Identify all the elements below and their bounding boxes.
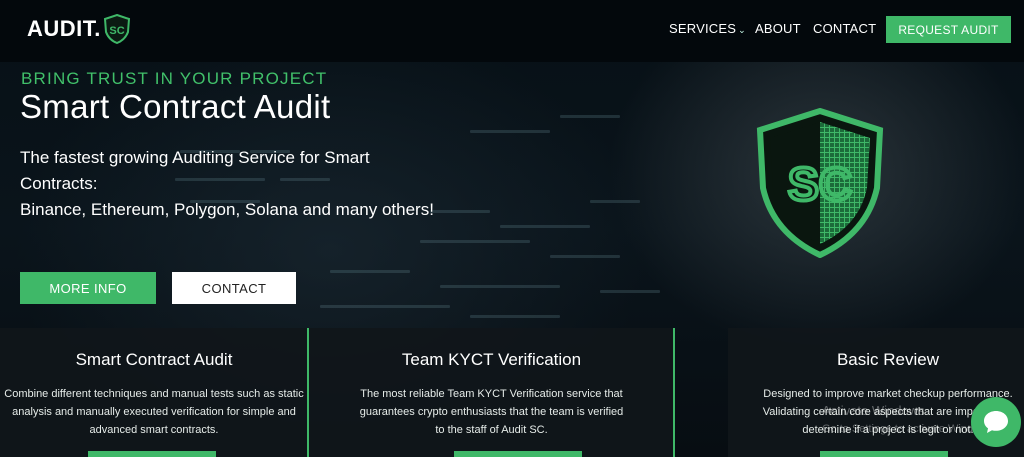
hero-title: Smart Contract Audit (20, 88, 331, 125)
nav-item-contact[interactable]: CONTACT (813, 21, 876, 36)
hero-description-line: Binance, Ethereum, Polygon, Solana and m… (20, 200, 434, 219)
logo-badge-text: SC (109, 25, 124, 37)
chat-button[interactable] (971, 397, 1021, 447)
code-line (560, 115, 620, 118)
card-button[interactable] (88, 451, 216, 457)
service-card-team-kyct: Team KYCT Verification The most reliable… (309, 328, 674, 457)
more-info-button[interactable]: MORE INFO (20, 272, 156, 304)
code-line (470, 130, 550, 133)
card-text: The most reliable Team KYCT Verification… (359, 388, 624, 436)
shield-logo-icon: SC (103, 14, 130, 44)
code-line (590, 200, 640, 203)
code-line (420, 240, 530, 243)
code-line (550, 255, 620, 258)
card-title: Smart Contract Audit (75, 350, 233, 369)
nav-item-services[interactable]: SERVICES ⌄ (669, 21, 746, 36)
service-card-smart-contract-audit: Smart Contract Audit Combine different t… (0, 328, 308, 457)
chat-bubble-icon (984, 411, 1008, 433)
shield-logo-icon: SC (756, 108, 884, 258)
code-line (320, 305, 450, 308)
hero-description: The fastest growing Auditing Service for… (20, 145, 440, 223)
site-header: AUDIT. SC SERVICES ⌄ ABOUT CONTACT REQUES… (0, 0, 1024, 62)
logo-text: AUDIT. (27, 16, 101, 41)
code-line (470, 315, 560, 318)
card-button[interactable] (820, 451, 948, 457)
code-line (440, 285, 560, 288)
contact-button[interactable]: CONTACT (172, 272, 296, 304)
code-line (500, 225, 590, 228)
windows-activation-watermark: Activate Windows (822, 403, 925, 418)
hero-description-line: The fastest growing Auditing Service for… (20, 148, 370, 193)
shield-text: SC (788, 158, 852, 210)
windows-activation-hint: Go to Settings to activate Windows. (822, 423, 996, 435)
card-text: Combine different techniques and manual … (4, 388, 304, 436)
code-line (330, 270, 410, 273)
card-title: Team KYCT Verification (401, 350, 582, 369)
request-audit-button[interactable]: REQUEST AUDIT (886, 16, 1011, 43)
hero-tagline: BRING TRUST IN YOUR PROJECT (21, 69, 328, 88)
card-divider (673, 328, 675, 457)
chevron-down-icon: ⌄ (738, 25, 746, 35)
card-title: Basic Review (836, 350, 940, 369)
site-logo[interactable]: AUDIT. SC (27, 13, 131, 45)
card-button[interactable] (454, 451, 582, 457)
code-line (600, 290, 660, 293)
nav-item-about[interactable]: ABOUT (755, 21, 801, 36)
nav-label-services: SERVICES (669, 21, 737, 36)
